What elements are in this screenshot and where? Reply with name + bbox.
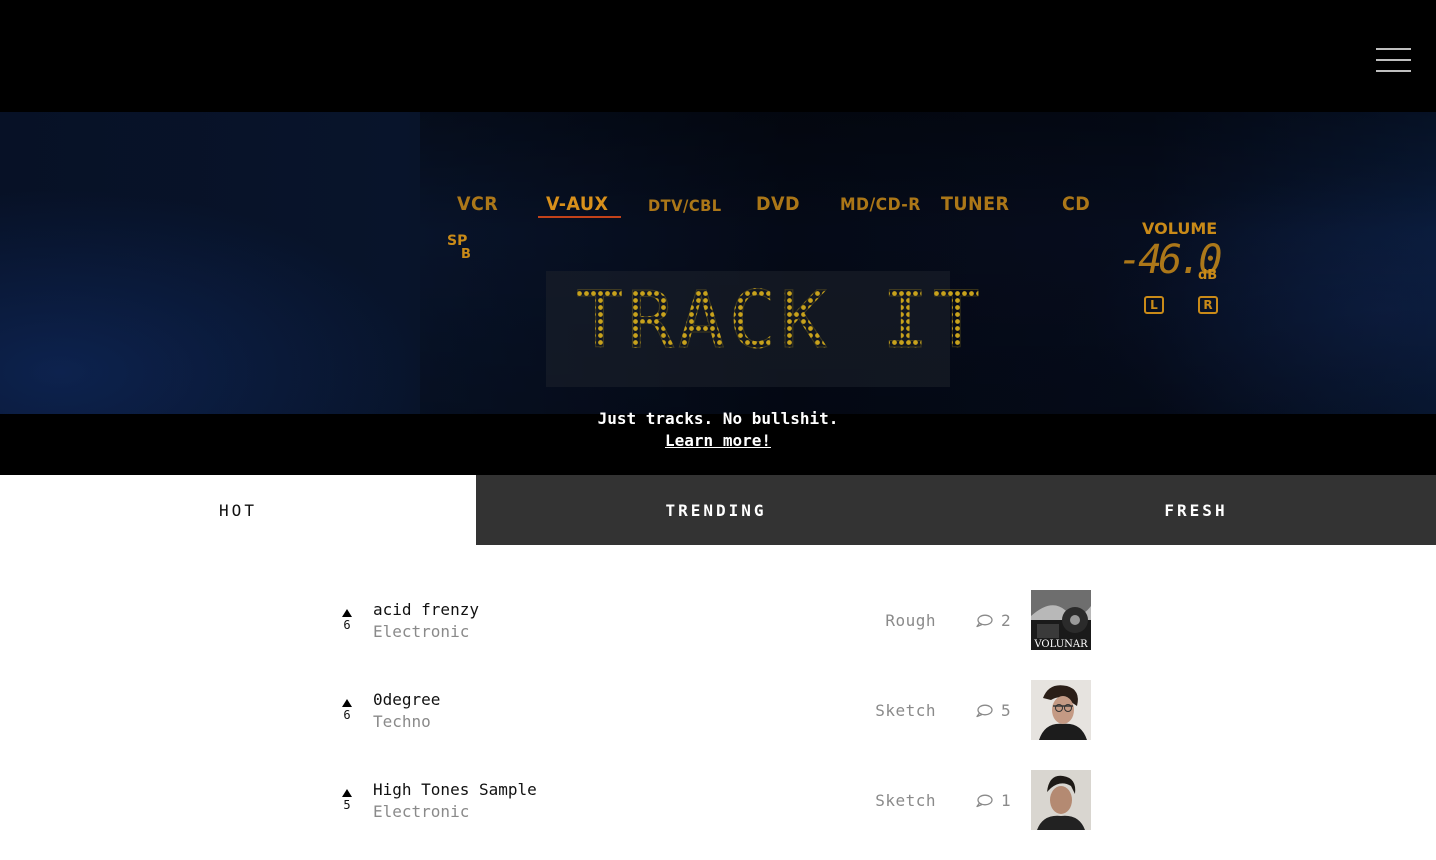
track-row: 5 High Tones Sample Electronic Sketch 1 xyxy=(0,770,1436,860)
menu-line xyxy=(1376,59,1411,61)
source-label-dtv-cbl: DTV/CBL xyxy=(648,196,722,215)
artist-thumbnail-image xyxy=(1031,770,1091,830)
artist-thumbnail[interactable]: VOLUNAR xyxy=(1031,590,1091,650)
left-channel-indicator: L xyxy=(1144,296,1164,314)
active-source-underline xyxy=(538,216,621,218)
vote-count: 5 xyxy=(343,798,351,812)
site-logo: TRACK IT xyxy=(576,276,984,367)
speaker-indicator: SP B xyxy=(447,234,471,262)
tab-fresh[interactable]: FRESH xyxy=(956,475,1436,545)
track-title[interactable]: acid frenzy xyxy=(373,600,479,619)
menu-line xyxy=(1376,48,1411,50)
upvote-arrow-icon xyxy=(342,699,352,707)
hero-banner: VCR V-AUX DTV/CBL DVD MD/CD-R TUNER CD S… xyxy=(0,0,1436,475)
vote-count: 6 xyxy=(343,618,351,632)
track-status: Sketch xyxy=(875,791,936,810)
track-status: Rough xyxy=(885,611,936,630)
source-label-dvd: DVD xyxy=(756,193,800,215)
artist-thumbnail[interactable] xyxy=(1031,770,1091,830)
source-label-cd: CD xyxy=(1062,193,1091,215)
track-title[interactable]: High Tones Sample xyxy=(373,780,537,799)
track-title[interactable]: 0degree xyxy=(373,690,440,709)
artist-thumbnail-image: VOLUNAR xyxy=(1031,590,1091,650)
tab-hot[interactable]: HOT xyxy=(0,475,476,545)
feed-tabs: HOT TRENDING FRESH xyxy=(0,475,1436,545)
tab-trending[interactable]: TRENDING xyxy=(476,475,956,545)
thumbnail-caption: VOLUNAR xyxy=(1033,639,1088,650)
track-genre[interactable]: Electronic xyxy=(373,622,469,641)
comments-link[interactable]: 5 xyxy=(975,701,1011,720)
track-status: Sketch xyxy=(875,701,936,720)
volume-unit: dB xyxy=(1198,268,1218,283)
comment-bubble-icon xyxy=(976,704,993,717)
track-genre[interactable]: Electronic xyxy=(373,802,469,821)
track-list: 6 acid frenzy Electronic Rough 2 VOLUNAR xyxy=(0,545,1436,830)
track-row: 6 0degree Techno Sketch 5 xyxy=(0,680,1436,770)
comment-bubble-icon xyxy=(976,794,993,807)
tagline-block: Just tracks. No bullshit. Learn more! xyxy=(0,408,1436,452)
artist-thumbnail[interactable] xyxy=(1031,680,1091,740)
source-label-vcr: VCR xyxy=(457,193,499,215)
comment-count: 5 xyxy=(1001,701,1011,720)
comment-count: 2 xyxy=(1001,611,1011,630)
right-channel-indicator: R xyxy=(1198,296,1218,314)
track-genre[interactable]: Techno xyxy=(373,712,431,731)
upvote-button[interactable]: 6 xyxy=(337,609,357,632)
speaker-sub-label: B xyxy=(461,247,471,262)
source-label-v-aux: V-AUX xyxy=(546,193,609,215)
tagline-text: Just tracks. No bullshit. xyxy=(597,409,839,428)
source-label-md-cd-r: MD/CD-R xyxy=(840,195,921,215)
upvote-button[interactable]: 6 xyxy=(337,699,357,722)
comments-link[interactable]: 1 xyxy=(975,791,1011,810)
comments-link[interactable]: 2 xyxy=(975,611,1011,630)
hamburger-menu-icon[interactable] xyxy=(1376,48,1412,74)
upvote-arrow-icon xyxy=(342,789,352,797)
volume-label: VOLUME xyxy=(1142,219,1218,238)
learn-more-link[interactable]: Learn more! xyxy=(665,431,771,450)
vote-count: 6 xyxy=(343,708,351,722)
artist-thumbnail-image xyxy=(1031,680,1091,740)
comment-bubble-icon xyxy=(976,614,993,627)
menu-line xyxy=(1376,70,1411,72)
source-label-tuner: TUNER xyxy=(941,193,1010,215)
comment-count: 1 xyxy=(1001,791,1011,810)
track-row: 6 acid frenzy Electronic Rough 2 VOLUNAR xyxy=(0,590,1436,680)
upvote-button[interactable]: 5 xyxy=(337,789,357,812)
upvote-arrow-icon xyxy=(342,609,352,617)
